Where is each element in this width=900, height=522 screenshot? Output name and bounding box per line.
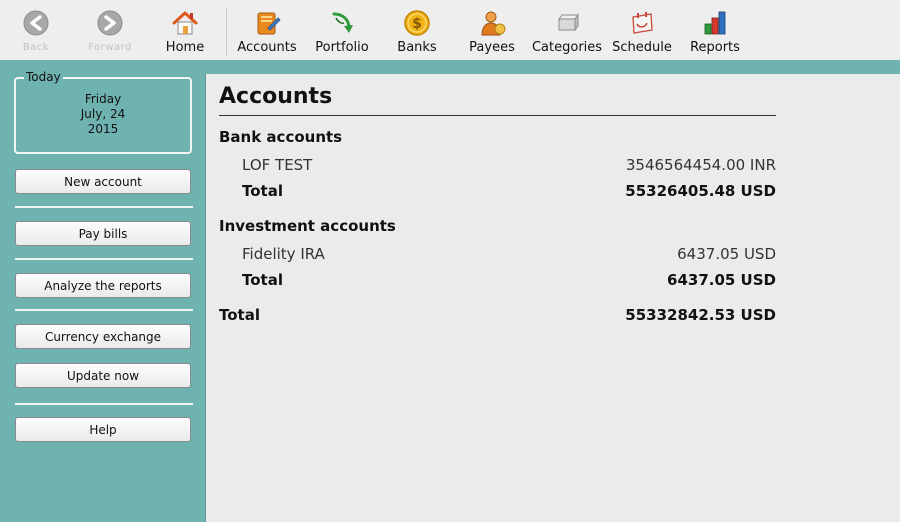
sidebar-separator [15,403,193,405]
today-legend: Today [24,70,63,84]
categories-label: Categories [531,40,603,55]
today-date: Friday July, 24 2015 [16,92,190,137]
payees-button[interactable]: Payees [467,0,517,60]
home-icon [172,11,198,35]
toolbar-divider-strip [0,60,900,74]
investment-total-amount: 6437.05 USD [667,271,776,289]
banks-label: Banks [397,40,437,55]
help-button[interactable]: Help [15,417,191,442]
account-balance: 6437.05 USD [677,245,776,263]
today-year: 2015 [87,122,119,136]
analyze-reports-button[interactable]: Analyze the reports [15,273,191,298]
forward-label: Forward [88,42,132,53]
investment-accounts-total-row: Total 6437.05 USD [219,271,776,291]
account-balance: 3546564454.00 INR [625,156,776,174]
toolbar-separator [226,8,227,56]
today-month-day: July, 24 [80,107,126,121]
today-weekday: Friday [84,92,122,106]
accounts-summary: Accounts Bank accounts LOF TEST 35465644… [206,74,900,522]
update-now-button[interactable]: Update now [15,363,191,388]
account-row-fidelity-ira[interactable]: Fidelity IRA 6437.05 USD [219,245,776,265]
bank-accounts-total-row: Total 55326405.48 USD [219,182,776,202]
sidebar: Today Friday July, 24 2015 New account P… [0,70,206,522]
home-button[interactable]: Home [160,0,210,60]
reports-button[interactable]: Reports [688,0,742,60]
forward-button[interactable]: Forward [84,0,136,60]
reports-label: Reports [690,40,740,55]
sidebar-separator [15,206,193,208]
back-button[interactable]: Back [12,0,60,60]
title-underline [219,115,776,116]
grand-total-row: Total 55332842.53 USD [219,306,776,326]
grand-total-label: Total [219,306,260,324]
payee-person-icon [481,11,506,36]
bar-chart-icon [704,11,726,35]
svg-text:$: $ [412,16,422,32]
account-name[interactable]: LOF TEST [242,156,312,174]
forward-arrow-icon [97,10,123,36]
categories-button[interactable]: Categories [532,0,602,60]
schedule-label: Schedule [612,40,672,55]
new-account-button[interactable]: New account [15,169,191,194]
accounts-book-icon [257,12,281,35]
account-name[interactable]: Fidelity IRA [242,245,325,263]
schedule-icon [632,12,653,34]
accounts-label: Accounts [237,40,297,55]
bank-accounts-heading-label: Bank accounts [219,128,343,146]
investment-accounts-heading: Investment accounts [219,217,776,237]
accounts-button[interactable]: Accounts [236,0,298,60]
bank-total-amount: 55326405.48 USD [625,182,776,200]
pay-bills-button[interactable]: Pay bills [15,221,191,246]
bank-accounts-heading: Bank accounts [219,128,776,148]
investment-total-label: Total [242,271,283,289]
back-arrow-icon [23,10,49,36]
account-row-lof-test[interactable]: LOF TEST 3546564454.00 INR [219,156,776,176]
portfolio-button[interactable]: Portfolio [312,0,372,60]
schedule-button[interactable]: Schedule [610,0,674,60]
back-label: Back [22,42,50,53]
grand-total-amount: 55332842.53 USD [625,306,776,324]
portfolio-icon [332,12,353,33]
toolbar: Back Forward Home Accounts Portfolio $ B… [0,0,900,60]
home-label: Home [165,40,205,55]
categories-icon [558,13,579,32]
sidebar-separator [15,309,193,311]
dollar-coin-icon: $ [404,10,430,36]
sidebar-separator [15,258,193,260]
investment-accounts-heading-label: Investment accounts [219,217,396,235]
payees-label: Payees [469,40,515,55]
today-panel: Today Friday July, 24 2015 [14,70,192,154]
currency-exchange-button[interactable]: Currency exchange [15,324,191,349]
bank-total-label: Total [242,182,283,200]
banks-button[interactable]: $ Banks [392,0,442,60]
portfolio-label: Portfolio [315,40,369,55]
page-title: Accounts [219,84,333,109]
